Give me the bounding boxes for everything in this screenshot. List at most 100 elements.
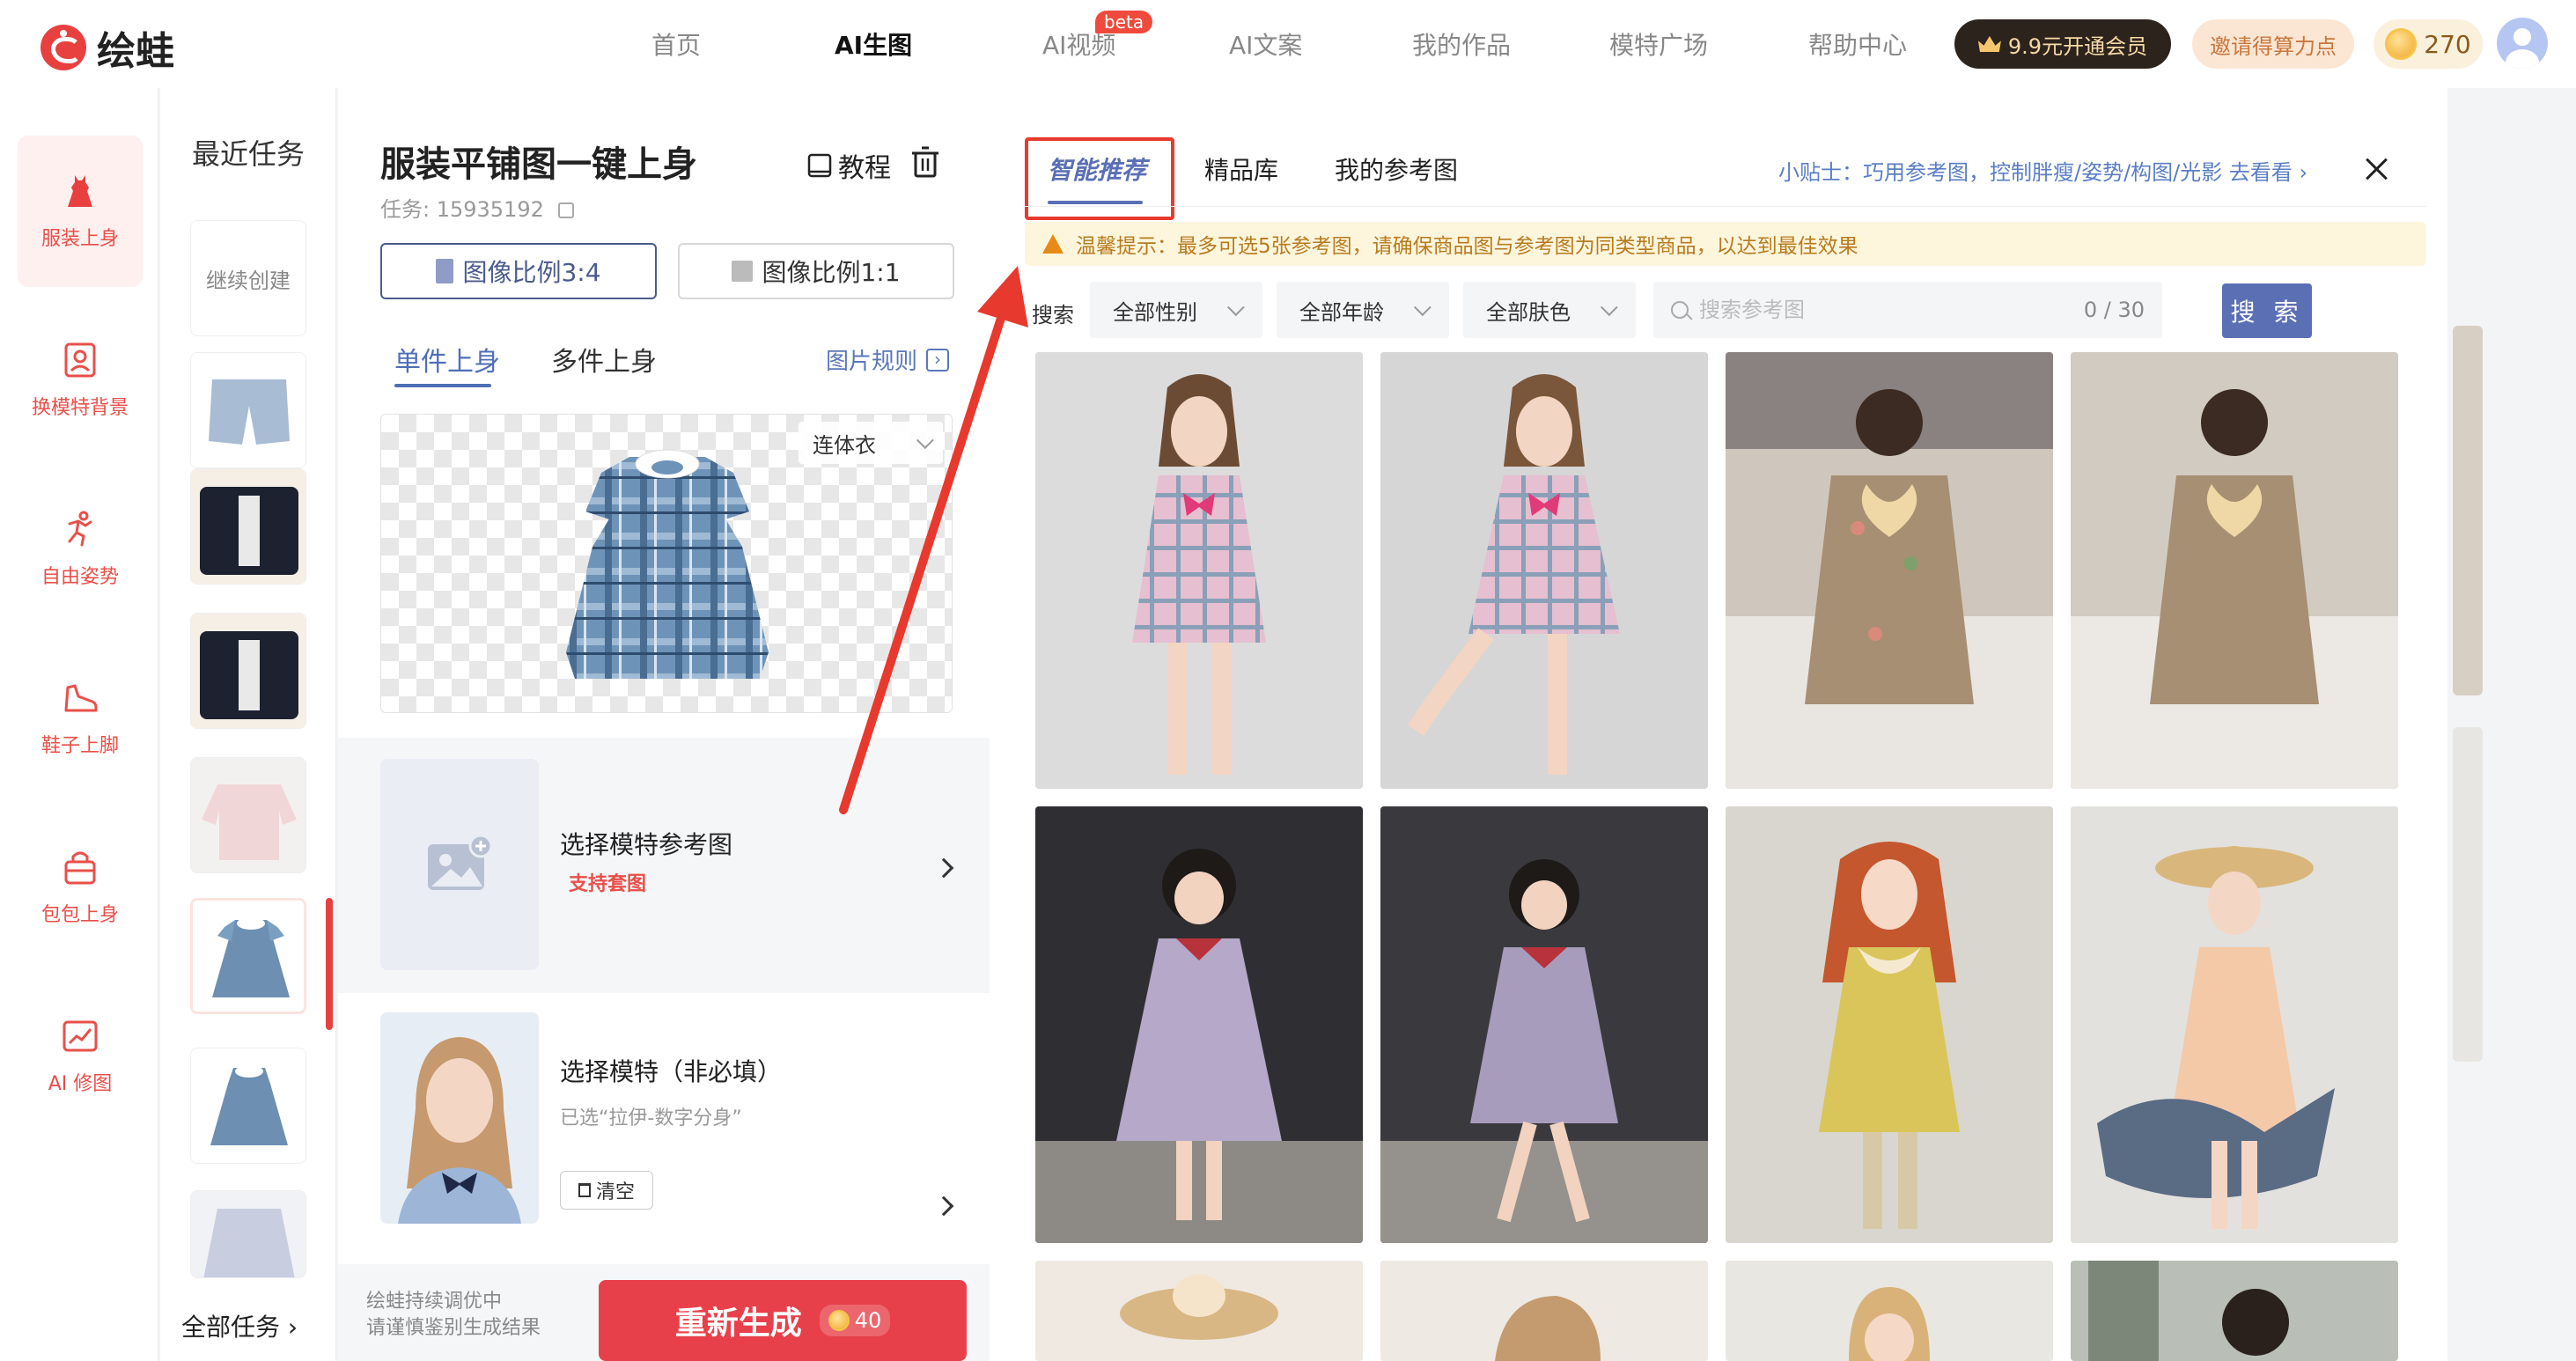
close-icon[interactable] (2363, 155, 2391, 183)
sidebar-item-label: 换模特背景 (31, 397, 129, 419)
tab-multi-item[interactable]: 多件上身 (551, 340, 657, 379)
reference-image[interactable] (2071, 352, 2398, 789)
model-subtitle: 已选“拉伊-数字分身” (560, 1107, 742, 1129)
sidebar-item-model-background[interactable]: 换模特背景 (18, 305, 143, 456)
copy-icon[interactable] (557, 202, 574, 218)
girl-floral-dress-back-photo (1726, 352, 2053, 789)
continue-create-button[interactable]: 继续创建 (190, 220, 306, 336)
app-logo[interactable]: 绘蛙 (40, 19, 174, 76)
puffer-jacket-thumb (191, 1191, 305, 1277)
reference-image[interactable] (1035, 806, 1363, 1243)
sidebar-item-ai-retouch[interactable]: AI 修图 (18, 981, 143, 1132)
chevron-down-icon (1600, 298, 1618, 317)
invite-button[interactable]: 邀请得算力点 (2192, 19, 2354, 69)
photo-edit-icon (63, 1020, 98, 1052)
denim-shorts-thumb (191, 353, 305, 467)
dress-icon (68, 175, 92, 207)
regenerate-button[interactable]: 重新生成 40 (599, 1280, 967, 1361)
ratio-1-1-button[interactable]: 图像比例1:1 (678, 243, 954, 299)
model-title: 选择模特（非必填） (560, 1057, 783, 1086)
model-selector[interactable]: 选择模特（非必填） 已选“拉伊-数字分身” 清空 (338, 1004, 990, 1264)
reference-image[interactable] (1035, 352, 1363, 789)
annotation-highlight-box (1025, 137, 1174, 220)
black-jacket-thumb (191, 469, 305, 584)
reference-image[interactable] (1726, 806, 2053, 1243)
category-select[interactable]: 连体衣 (799, 422, 943, 464)
search-button[interactable]: 搜 索 (2222, 283, 2312, 338)
filter-value: 全部性别 (1113, 299, 1197, 325)
reference-image[interactable] (1726, 1261, 2053, 1361)
age-filter[interactable]: 全部年龄 (1277, 282, 1449, 338)
reference-image[interactable] (1380, 1261, 1708, 1361)
gender-filter[interactable]: 全部性别 (1090, 282, 1262, 338)
chevron-down-icon (1413, 298, 1432, 317)
chevron-down-icon (1226, 298, 1245, 317)
tutorial-label: 教程 (838, 153, 891, 184)
tip-text: 小贴士：巧用参考图，控制胖瘦/姿势/构图/光影 去看看 (1778, 160, 2293, 185)
coin-icon (828, 1310, 850, 1331)
plaid-dress-thumb (191, 1048, 305, 1163)
ratio-3-4-button[interactable]: 图像比例3:4 (380, 243, 657, 299)
recent-task-thumb[interactable] (190, 1048, 306, 1164)
all-tasks-link[interactable]: 全部任务 › (181, 1308, 298, 1343)
preview-card[interactable] (2453, 727, 2483, 1062)
recent-task-thumb[interactable] (190, 1190, 306, 1278)
reference-image[interactable] (1035, 1261, 1363, 1361)
reference-image[interactable] (1726, 352, 2053, 789)
nav-item-help-center[interactable]: 帮助中心 (1808, 26, 1907, 62)
skin-tone-filter[interactable]: 全部肤色 (1463, 282, 1636, 338)
user-avatar[interactable] (2497, 18, 2548, 69)
chevron-right-icon (933, 857, 954, 879)
recent-task-thumb[interactable] (190, 352, 306, 468)
garment-upload-area[interactable]: 连体衣 (380, 414, 953, 713)
nav-item-ai-image[interactable]: AI生图 (835, 26, 912, 62)
reference-image[interactable] (2071, 806, 2398, 1243)
girl-lavender-floral-dress-photo (1035, 806, 1363, 1243)
nav-item-ai-copy[interactable]: AI文案 (1229, 26, 1302, 62)
task-id-text: 任务: 15935192 (380, 197, 544, 222)
tool-sidebar: 服装上身 换模特背景 自由姿势 鞋子上脚 包包上身 AI 修图 (0, 88, 158, 1361)
girl-floral-dress-back-photo (2071, 352, 2398, 789)
chevron-right-icon: › (2299, 160, 2308, 185)
nav-item-ai-video[interactable]: AI视频 beta (1042, 11, 1153, 62)
warning-banner: 温馨提示：最多可选5张参考图，请确保商品图与参考图为同类型商品，以达到最佳效果 (1025, 222, 2426, 266)
nav-item-home[interactable]: 首页 (651, 26, 701, 62)
trash-icon[interactable] (910, 146, 940, 178)
preview-strip (2447, 88, 2576, 1361)
sidebar-item-clothing[interactable]: 服装上身 (18, 136, 143, 287)
warning-text: 温馨提示：最多可选5张参考图，请确保商品图与参考图为同类型商品，以达到最佳效果 (1076, 235, 1858, 258)
image-rules-link[interactable]: 图片规则 › (826, 343, 950, 376)
recent-task-thumb[interactable] (190, 613, 306, 729)
vip-membership-button[interactable]: 9.9元开通会员 (1954, 19, 2171, 69)
recent-tasks-title: 最近任务 (192, 137, 305, 171)
recent-task-thumb-selected[interactable] (190, 898, 306, 1014)
tutorial-link[interactable]: 教程 (806, 146, 891, 185)
coin-balance[interactable]: 270 (2374, 19, 2483, 69)
sidebar-item-shoes[interactable]: 鞋子上脚 (18, 643, 143, 794)
reference-image[interactable] (1380, 352, 1708, 789)
tip-link[interactable]: 小贴士：巧用参考图，控制胖瘦/姿势/构图/光影 去看看 › (1778, 155, 2307, 186)
search-box: 0 / 30 (1653, 282, 2162, 338)
nav-item-my-works[interactable]: 我的作品 (1412, 26, 1511, 62)
divider (1025, 206, 2426, 207)
clear-model-button[interactable]: 清空 (560, 1171, 653, 1210)
reference-image[interactable] (1380, 806, 1708, 1243)
search-input[interactable] (1699, 298, 2073, 322)
recent-task-thumb[interactable] (190, 757, 306, 873)
tab-single-item[interactable]: 单件上身 (394, 340, 500, 379)
tab-premium-library[interactable]: 精品库 (1204, 151, 1278, 187)
chevron-down-icon (916, 431, 934, 450)
reference-image-selector[interactable]: 选择模特参考图 支持套图 (338, 738, 990, 993)
preview-card[interactable] (2453, 326, 2483, 695)
sidebar-item-free-pose[interactable]: 自由姿势 (18, 474, 143, 625)
recent-task-thumb[interactable] (190, 468, 306, 585)
nav-item-model-square[interactable]: 模特广场 (1609, 26, 1708, 62)
reference-image[interactable] (2071, 1261, 2398, 1361)
pink-sweater-thumb (191, 758, 305, 872)
sidebar-item-bag[interactable]: 包包上身 (18, 812, 143, 963)
square-ratio-icon (732, 261, 754, 282)
tab-my-references[interactable]: 我的参考图 (1335, 151, 1458, 187)
category-value: 连体衣 (813, 432, 876, 458)
portrait-ratio-icon (436, 259, 454, 283)
disclaimer-line-1: 绘蛙持续调优中 (366, 1291, 503, 1313)
